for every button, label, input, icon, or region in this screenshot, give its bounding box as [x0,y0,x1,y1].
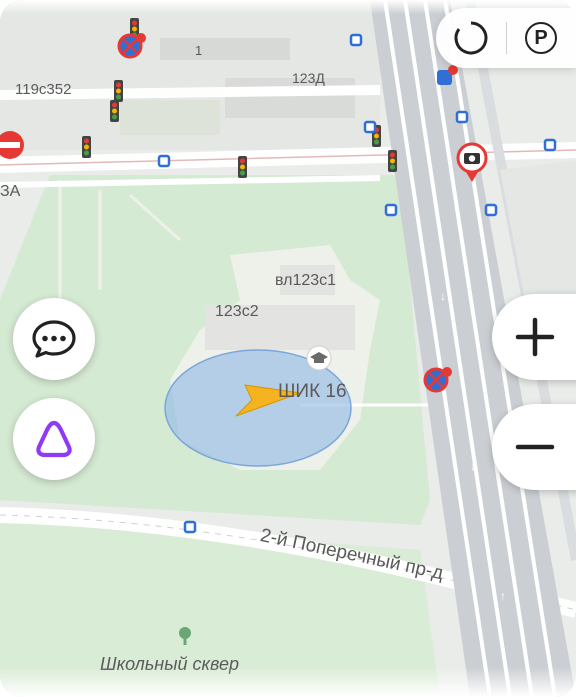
alice-icon [36,420,72,458]
traffic-light-icon [114,80,123,102]
orientation-button[interactable] [436,8,506,68]
alice-voice-button[interactable] [13,398,95,480]
traffic-light-icon [388,150,397,172]
lane-arrow: ↑ [500,589,506,603]
chat-icon [32,320,76,358]
building-1-shape [160,38,290,60]
building-number-label: вл123с1 [275,272,336,289]
bus-stop-icon[interactable] [384,203,398,217]
lane-arrow: ↓ [440,289,446,303]
building-number-label: 123Д [292,70,325,86]
parking-button[interactable]: P [507,8,575,68]
parking-icon: P [525,22,557,54]
traffic-light-icon [110,100,119,122]
zoom-out-button[interactable] [492,404,576,490]
traffic-light-icon [238,156,247,178]
parking-letter: P [534,26,548,49]
minus-icon [515,444,555,450]
circle-icon [454,21,488,55]
traffic-light-icon [82,136,91,158]
zoom-in-button[interactable] [492,294,576,380]
building-123d-shape [225,78,355,118]
building-number-label: 1 [195,43,202,58]
bus-stop-icon[interactable] [183,520,197,534]
bus-stop-icon[interactable] [484,203,498,217]
bus-stop-icon[interactable] [349,33,363,47]
top-right-controls: P [436,8,576,68]
address-label: 119с352 [15,81,71,98]
map-view[interactable]: ↓ ↑ ↓ 119с352 1 123Д ЗА вл123с1 123с2 ШИ… [0,0,576,697]
school-label[interactable]: ШИК 16 [278,381,347,402]
bus-stop-icon[interactable] [157,154,171,168]
chat-button[interactable] [13,298,95,380]
lane-arrow: ↓ [470,459,476,473]
plus-icon [515,317,555,357]
street-fragment-label: ЗА [0,183,21,200]
school-icon[interactable] [306,345,332,371]
bus-stop-icon[interactable] [543,138,557,152]
bus-stop-icon[interactable] [363,120,377,134]
building-block [120,100,220,135]
building-number-label: 123с2 [215,303,259,320]
bus-stop-icon[interactable] [455,110,469,124]
park-name-label: Школьный сквер [100,654,239,674]
